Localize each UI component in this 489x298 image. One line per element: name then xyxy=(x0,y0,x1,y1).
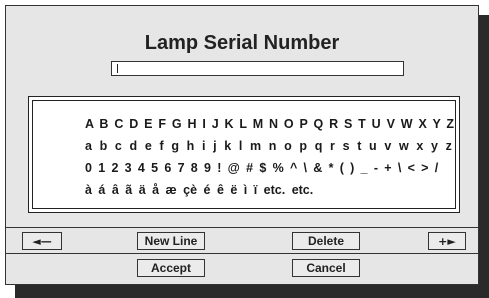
divider-bottom xyxy=(6,253,478,254)
right-arrow-icon: +► xyxy=(438,235,456,248)
delete-button[interactable]: Delete xyxy=(292,232,360,250)
keyboard-row-digits-symbols[interactable]: 0 1 2 3 4 5 6 7 8 9 ! @ # $ % ^ \ & * ( … xyxy=(85,161,455,175)
cursor-right-button[interactable]: +► xyxy=(428,232,466,250)
keyboard-row-uppercase[interactable]: A B C D E F G H I J K L M N O P Q R S T … xyxy=(85,117,455,131)
lamp-serial-dialog: Lamp Serial Number A B C D E F G H I J K… xyxy=(5,5,479,285)
left-arrow-icon: ◄— xyxy=(32,235,52,248)
divider-top xyxy=(6,227,478,228)
text-caret xyxy=(117,64,118,73)
cancel-button[interactable]: Cancel xyxy=(292,259,360,277)
accept-button[interactable]: Accept xyxy=(137,259,205,277)
character-keyboard: A B C D E F G H I J K L M N O P Q R S T … xyxy=(28,96,460,213)
keyboard-row-accented[interactable]: à á â ã ä å æ çè é ê ë ì ï etc. etc. xyxy=(85,183,455,197)
keyboard-frame: A B C D E F G H I J K L M N O P Q R S T … xyxy=(32,100,456,209)
cursor-left-button[interactable]: ◄— xyxy=(22,232,62,250)
new-line-button[interactable]: New Line xyxy=(137,232,205,250)
dialog-title: Lamp Serial Number xyxy=(144,32,340,54)
serial-number-input[interactable] xyxy=(111,61,404,76)
keyboard-row-lowercase[interactable]: a b c d e f g h i j k l m n o p q r s t … xyxy=(85,139,455,153)
